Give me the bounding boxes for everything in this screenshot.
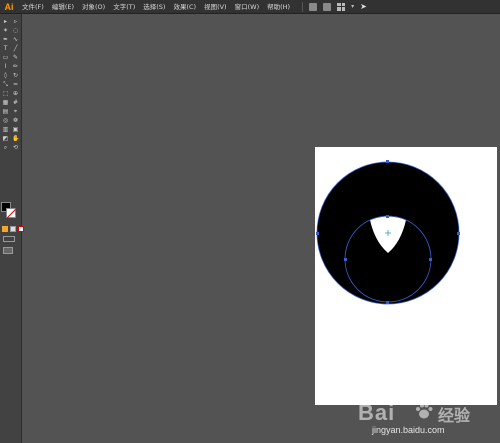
rotate-view-tool-icon[interactable]: ⟲ xyxy=(12,144,19,151)
send-arrow-icon[interactable]: ➤ xyxy=(360,2,367,11)
line-tool-icon[interactable]: ╱ xyxy=(12,45,19,52)
free-transform-tool-icon[interactable]: ⬚ xyxy=(2,90,9,97)
magic-wand-tool-icon[interactable]: ✶ xyxy=(2,27,9,34)
perspective-grid-tool-icon[interactable]: ▦ xyxy=(2,99,9,106)
chevron-down-icon[interactable]: ▾ xyxy=(351,3,354,10)
hand-tool-icon[interactable]: ✋ xyxy=(12,135,19,142)
artboard-tool-icon[interactable]: ▣ xyxy=(12,126,19,133)
zoom-tool-icon[interactable]: ⌕ xyxy=(2,144,9,151)
menu-object[interactable]: 对象(O) xyxy=(78,0,109,14)
slice-tool-icon[interactable]: ◩ xyxy=(2,135,9,142)
menu-bar: Ai 文件(F) 编辑(E) 对象(O) 文字(T) 选择(S) 效果(C) 视… xyxy=(0,0,500,14)
none-icon[interactable] xyxy=(18,226,24,232)
watermark-brand-cn: 经验 xyxy=(438,406,471,425)
anchor-point[interactable] xyxy=(344,258,347,261)
watermark-brand: Bai xyxy=(358,400,396,425)
eraser-tool-icon[interactable]: ◊ xyxy=(2,72,9,79)
anchor-point[interactable] xyxy=(316,232,319,235)
menu-edit[interactable]: 编辑(E) xyxy=(48,0,78,14)
menu-type[interactable]: 文字(T) xyxy=(109,0,139,14)
gradient-tool-icon[interactable]: ▤ xyxy=(2,108,9,115)
menu-icon-group: ▾ ➤ xyxy=(302,1,367,12)
lasso-tool-icon[interactable]: ◌ xyxy=(12,27,19,34)
pen-tool-icon[interactable]: ✒ xyxy=(2,36,9,43)
anchor-point[interactable] xyxy=(429,258,432,261)
stroke-swatch[interactable] xyxy=(6,208,16,218)
color-mode-icons xyxy=(2,226,24,232)
artboard[interactable] xyxy=(315,147,497,405)
menu-select[interactable]: 选择(S) xyxy=(139,0,169,14)
paintbrush-tool-icon[interactable]: ✎ xyxy=(12,54,19,61)
anchor-point[interactable] xyxy=(386,215,389,218)
screen-mode-icon[interactable] xyxy=(3,247,13,254)
mesh-tool-icon[interactable]: # xyxy=(12,99,19,106)
artwork[interactable] xyxy=(315,147,497,405)
watermark-url: jingyan.baidu.com xyxy=(372,425,445,435)
bridge-icon[interactable] xyxy=(309,2,318,11)
shape-builder-tool-icon[interactable]: ⊕ xyxy=(12,90,19,97)
rectangle-tool-icon[interactable]: ▭ xyxy=(2,54,9,61)
width-tool-icon[interactable]: ≈ xyxy=(12,81,19,88)
curvature-tool-icon[interactable]: ∿ xyxy=(12,36,19,43)
watermark: Bai 经验 jingyan.baidu.com xyxy=(356,398,496,438)
paw-icon xyxy=(416,403,433,419)
anchor-point[interactable] xyxy=(457,232,460,235)
eyedropper-tool-icon[interactable]: ⌖ xyxy=(12,108,19,115)
gradient-icon[interactable] xyxy=(10,226,16,232)
pencil-tool-icon[interactable]: ✏ xyxy=(12,63,19,70)
rotate-tool-icon[interactable]: ↻ xyxy=(12,72,19,79)
color-icon[interactable] xyxy=(2,226,8,232)
separator xyxy=(302,1,304,12)
direct-selection-tool-icon[interactable]: ▹ xyxy=(12,18,19,25)
arrange-documents-icon[interactable] xyxy=(337,2,346,11)
type-tool-icon[interactable]: T xyxy=(2,45,9,52)
app-logo: Ai xyxy=(4,1,14,12)
menu-view[interactable]: 视图(V) xyxy=(200,0,231,14)
scale-tool-icon[interactable]: ⤡ xyxy=(2,81,9,88)
draw-mode-icon[interactable] xyxy=(3,236,15,242)
anchor-point[interactable] xyxy=(386,160,389,163)
anchor-point[interactable] xyxy=(386,301,389,304)
menu-window[interactable]: 窗口(W) xyxy=(231,0,264,14)
symbol-sprayer-tool-icon[interactable]: ❁ xyxy=(12,117,19,124)
column-graph-tool-icon[interactable]: ▥ xyxy=(2,126,9,133)
menu-help[interactable]: 帮助(H) xyxy=(263,0,294,14)
shaper-tool-icon[interactable]: ⌇ xyxy=(2,63,9,70)
blend-tool-icon[interactable]: ◎ xyxy=(2,117,9,124)
tools-panel: ▸ ▹ ✶ ◌ ✒ ∿ T ╱ ▭ ✎ ⌇ ✏ ◊ ↻ ⤡ ≈ ⬚ ⊕ ▦ # ▤ ⌖ ◎ ❁ ▥ ▣ ◩… xyxy=(0,14,24,443)
menu-file[interactable]: 文件(F) xyxy=(18,0,48,14)
selection-tool-icon[interactable]: ▸ xyxy=(2,18,9,25)
stock-icon[interactable] xyxy=(323,2,332,11)
menu-effect[interactable]: 效果(C) xyxy=(169,0,200,14)
